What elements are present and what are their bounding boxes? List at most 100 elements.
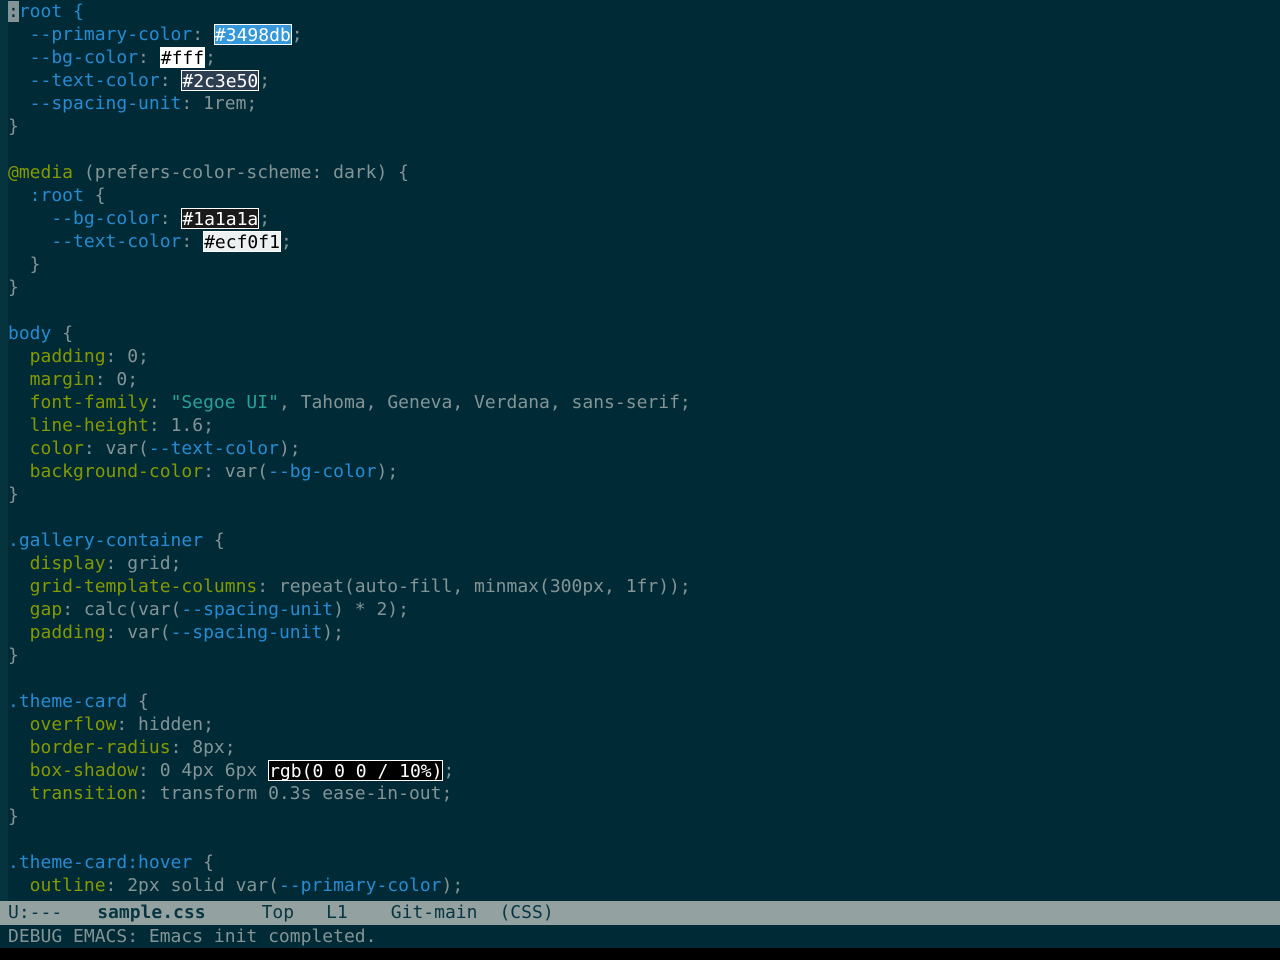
code-line[interactable]: :root { — [8, 0, 1280, 23]
code-token: : var( — [105, 622, 171, 643]
code-line[interactable]: } — [8, 253, 1280, 276]
code-token: : — [138, 47, 160, 68]
code-line[interactable]: --primary-color: #3498db; — [8, 23, 1280, 46]
modeline-position: Top — [261, 902, 295, 923]
code-line[interactable]: gap: calc(var(--spacing-unit) * 2); — [8, 598, 1280, 621]
code-line[interactable]: border-radius: 8px; — [8, 736, 1280, 759]
code-token: --text-color — [148, 438, 279, 459]
code-token: : 0; — [94, 369, 139, 390]
emacs-frame: :root { --primary-color: #3498db; --bg-c… — [0, 0, 1280, 948]
code-line[interactable]: } — [8, 115, 1280, 138]
code-line[interactable]: color: var(--text-color); — [8, 437, 1280, 460]
code-line[interactable]: --text-color: #2c3e50; — [8, 69, 1280, 92]
code-token: ); — [278, 438, 301, 459]
code-line[interactable] — [8, 667, 1280, 690]
color-swatch: rgb(0 0 0 / 10%) — [268, 760, 444, 782]
code-line[interactable]: overflow: hidden; — [8, 713, 1280, 736]
code-token: "Segoe UI" — [170, 392, 279, 413]
code-token: : — [148, 392, 171, 413]
code-line[interactable]: } — [8, 644, 1280, 667]
code-line[interactable]: --bg-color: #1a1a1a; — [8, 207, 1280, 230]
code-token: padding — [8, 622, 106, 643]
mode-line: U:--- sample.css Top L1 Git-main (CSS) — [0, 901, 1280, 925]
code-line[interactable]: .theme-card:hover { — [8, 851, 1280, 874]
code-token: { — [203, 530, 225, 551]
code-line[interactable]: @media (prefers-color-scheme: dark) { — [8, 161, 1280, 184]
code-line[interactable] — [8, 299, 1280, 322]
code-token: : hidden; — [116, 714, 214, 735]
editor-buffer[interactable]: :root { --primary-color: #3498db; --bg-c… — [8, 0, 1280, 901]
code-line[interactable]: body { — [8, 322, 1280, 345]
code-line[interactable]: } — [8, 483, 1280, 506]
code-line[interactable]: --bg-color: #fff; — [8, 46, 1280, 69]
code-line[interactable]: .theme-card { — [8, 690, 1280, 713]
code-token: --bg-color — [8, 208, 160, 229]
code-line[interactable]: padding: 0; — [8, 345, 1280, 368]
code-token: box-shadow — [8, 760, 139, 781]
minibuffer[interactable]: DEBUG EMACS: Emacs init completed. — [0, 925, 1280, 948]
code-token: transition — [8, 783, 139, 804]
code-token: : 0; — [105, 346, 149, 367]
modeline-major-mode[interactable]: (CSS) — [499, 901, 553, 925]
code-token: } — [8, 254, 41, 275]
modeline-status: U:--- — [8, 902, 63, 923]
code-line[interactable]: margin: 0; — [8, 368, 1280, 391]
code-token: : grid; — [105, 553, 182, 574]
code-token: --bg-color — [268, 461, 377, 482]
code-token: } — [8, 806, 19, 827]
code-line[interactable] — [8, 138, 1280, 161]
code-token: ); — [322, 622, 344, 643]
code-token: padding — [8, 346, 106, 367]
code-line[interactable] — [8, 828, 1280, 851]
code-line[interactable]: --spacing-unit: 1rem; — [8, 92, 1280, 115]
code-line[interactable]: padding: var(--spacing-unit); — [8, 621, 1280, 644]
code-line[interactable]: --text-color: #ecf0f1; — [8, 230, 1280, 253]
minibuffer-message: DEBUG EMACS: Emacs init completed. — [8, 926, 377, 947]
code-line[interactable]: transition: transform 0.3s ease-in-out; — [8, 782, 1280, 805]
code-token: : — [181, 231, 204, 252]
code-token: ; — [259, 208, 271, 229]
code-token: : 1rem; — [181, 93, 258, 114]
color-swatch: #2c3e50 — [181, 70, 260, 92]
code-token: root { — [18, 1, 84, 22]
code-line[interactable]: box-shadow: 0 4px 6px rgb(0 0 0 / 10%); — [8, 759, 1280, 782]
code-token: : — [192, 24, 214, 45]
code-token: --primary-color — [8, 24, 193, 45]
code-token: } — [8, 277, 19, 298]
code-token: --spacing-unit — [170, 622, 323, 643]
code-token: ); — [441, 875, 464, 896]
code-line[interactable]: } — [8, 805, 1280, 828]
color-swatch: #1a1a1a — [181, 208, 260, 230]
color-swatch: #fff — [159, 47, 206, 69]
code-token: ; — [280, 231, 292, 252]
code-token: ; — [205, 47, 216, 68]
code-token: display — [8, 553, 106, 574]
code-line[interactable]: background-color: var(--bg-color); — [8, 460, 1280, 483]
code-token: ) * 2); — [333, 599, 409, 620]
code-token: @media — [8, 162, 74, 183]
code-line[interactable]: line-height: 1.6; — [8, 414, 1280, 437]
code-token: { — [192, 852, 214, 873]
modeline-vcs-branch[interactable]: Git-main — [391, 901, 478, 925]
modeline-line-number: L1 — [326, 902, 348, 923]
code-line[interactable]: display: grid; — [8, 552, 1280, 575]
code-token: } — [8, 645, 19, 666]
code-line[interactable]: } — [8, 276, 1280, 299]
code-token: --text-color — [8, 231, 182, 252]
code-token: --primary-color — [278, 875, 442, 896]
code-line[interactable]: font-family: "Segoe UI", Tahoma, Geneva,… — [8, 391, 1280, 414]
code-line[interactable]: :root { — [8, 184, 1280, 207]
modeline-filename[interactable]: sample.css — [97, 901, 205, 925]
color-swatch: #ecf0f1 — [203, 231, 281, 253]
code-token: : 8px; — [170, 737, 236, 758]
code-token: --spacing-unit — [8, 93, 182, 114]
code-token: : repeat(auto-fill, minmax(300px, 1fr)); — [257, 576, 691, 597]
code-line[interactable]: grid-template-columns: repeat(auto-fill,… — [8, 575, 1280, 598]
code-line[interactable] — [8, 506, 1280, 529]
code-token: ); — [376, 461, 399, 482]
code-line[interactable]: outline: 2px solid var(--primary-color); — [8, 874, 1280, 897]
color-swatch: #3498db — [213, 24, 292, 46]
code-token: } — [8, 116, 19, 137]
code-line[interactable]: .gallery-container { — [8, 529, 1280, 552]
code-token: : var( — [203, 461, 269, 482]
